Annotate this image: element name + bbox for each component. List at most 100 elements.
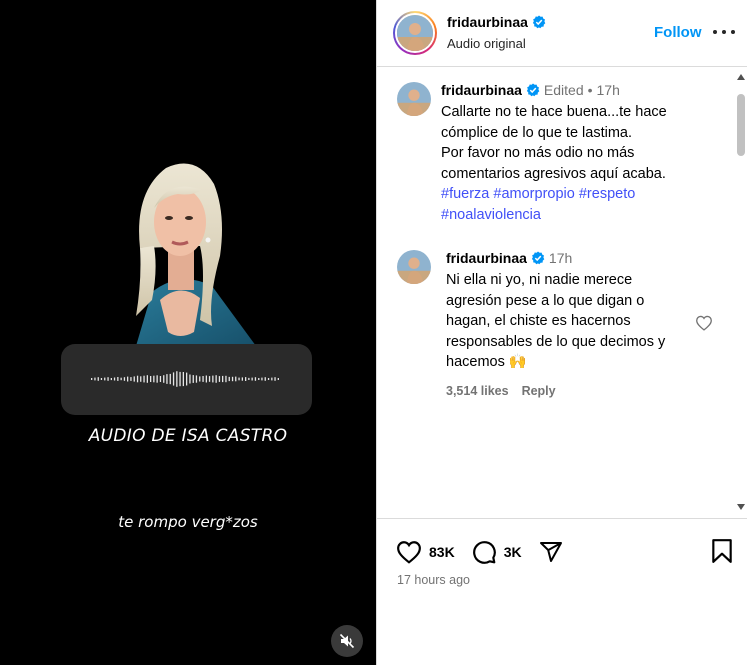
comment-count[interactable]: 3K <box>504 544 522 560</box>
bookmark-icon[interactable] <box>711 538 733 564</box>
comment-avatar[interactable] <box>397 250 431 284</box>
scroll-up-arrow-icon[interactable] <box>737 74 745 80</box>
reel-video[interactable]: AUDIO DE ISA CASTRO te rompo verg*zos <box>0 0 376 665</box>
waveform-bar <box>251 377 253 381</box>
reply-button[interactable]: Reply <box>522 384 556 398</box>
verified-badge-icon <box>531 251 545 265</box>
caption-time[interactable]: 17h <box>597 82 620 98</box>
waveform-bar <box>245 377 247 381</box>
hashtag-link[interactable]: #fuerza <box>441 186 489 202</box>
comment-text: Ni ella ni yo, ni nadie merece agresión … <box>446 270 696 373</box>
post-time-ago[interactable]: 17 hours ago <box>397 573 470 587</box>
waveform-bar <box>163 375 165 383</box>
share-paper-plane-icon <box>539 542 562 562</box>
caption-line: comentarios agresivos aquí acaba. <box>441 165 666 182</box>
waveform-bar <box>238 377 240 381</box>
comment-time[interactable]: 17h <box>549 250 572 266</box>
follow-button[interactable]: Follow <box>654 24 702 41</box>
post-footer: 83K 3K 17 hours ago <box>377 518 747 665</box>
waveform-bar <box>100 378 103 380</box>
waveform-bar <box>235 376 237 382</box>
waveform-bar <box>94 377 96 381</box>
waveform-bar <box>97 377 99 381</box>
hashtag-link[interactable]: #noalaviolencia <box>441 207 541 223</box>
action-row: 83K 3K <box>396 539 580 565</box>
waveform-bar <box>195 375 198 383</box>
avatar-image <box>397 82 431 116</box>
scroll-down-arrow-icon[interactable] <box>737 504 745 510</box>
waveform-bar <box>117 377 119 381</box>
share-button[interactable] <box>538 540 564 564</box>
waveform-bar <box>261 377 263 381</box>
waveform-bar <box>127 376 129 382</box>
waveform-bar <box>146 375 148 383</box>
comment-username[interactable]: fridaurbinaa <box>446 250 527 266</box>
waveform-bar <box>130 377 132 381</box>
verified-badge-icon <box>532 15 546 29</box>
comment-button[interactable]: 3K <box>471 539 522 565</box>
waveform-bar <box>271 377 273 381</box>
waveform-bar <box>110 378 112 381</box>
waveform-bar <box>212 375 214 383</box>
waveform-bar <box>91 378 93 380</box>
waveform-bar <box>140 376 142 382</box>
like-count[interactable]: 83K <box>429 544 455 560</box>
waveform-bar <box>192 375 194 383</box>
caption-avatar[interactable] <box>397 82 431 116</box>
audio-label[interactable]: Audio original <box>447 36 526 51</box>
waveform-bar <box>186 372 188 386</box>
waveform-bar <box>176 371 178 387</box>
audio-waveform <box>91 371 279 387</box>
waveform-bar <box>264 377 266 381</box>
waveform-bar <box>241 377 243 381</box>
waveform-bar <box>113 377 116 381</box>
heart-icon <box>397 541 421 564</box>
waveform-bar <box>254 377 257 381</box>
waveform-bar <box>222 375 224 383</box>
waveform-bar <box>189 374 191 384</box>
waveform-bar <box>274 377 276 381</box>
avatar-image <box>397 15 433 51</box>
waveform-bar <box>208 376 211 382</box>
waveform-bar <box>166 374 168 384</box>
waveform-bar <box>182 372 184 387</box>
waveform-bar <box>258 378 260 380</box>
waveform-bar <box>218 376 221 382</box>
waveform-bar <box>228 376 230 382</box>
avatar-image <box>397 250 431 284</box>
audio-player-card[interactable] <box>61 344 312 415</box>
caption-username[interactable]: fridaurbinaa <box>441 82 522 98</box>
comment-like-heart-icon[interactable] <box>695 315 713 331</box>
waveform-bar <box>159 376 162 382</box>
comment-actions: 3,514 likes Reply <box>446 384 556 398</box>
mute-button[interactable] <box>331 625 363 657</box>
scroll-thumb[interactable] <box>737 94 745 156</box>
caption-block: fridaurbinaa Edited • 17h Callarte no te… <box>441 82 733 225</box>
waveform-bar <box>225 375 227 383</box>
more-options-icon[interactable] <box>713 22 735 42</box>
comments-scrollbar[interactable] <box>734 68 747 518</box>
waveform-bar <box>120 377 122 381</box>
waveform-bar <box>277 378 279 380</box>
post-side-panel: fridaurbinaa Audio original Follow frida… <box>376 0 747 665</box>
speaker-muted-icon <box>339 633 355 649</box>
post-header: fridaurbinaa Audio original Follow <box>377 0 747 67</box>
comment-line: agresión pese a lo que digan o <box>446 292 645 309</box>
waveform-bar <box>133 376 135 382</box>
caption-line: Por favor no más odio no más <box>441 145 635 161</box>
caption-line: Callarte no te hace buena...te hace <box>441 104 667 120</box>
waveform-bar <box>202 376 204 382</box>
comments-section[interactable]: fridaurbinaa Edited • 17h Callarte no te… <box>377 68 747 518</box>
comment-likes[interactable]: 3,514 likes <box>446 384 509 398</box>
waveform-bar <box>123 377 126 381</box>
audio-caption-text: AUDIO DE ISA CASTRO <box>88 426 288 446</box>
waveform-bar <box>104 377 106 381</box>
hashtag-link[interactable]: #amorpropio <box>493 186 574 202</box>
header-avatar[interactable] <box>393 11 437 55</box>
reel-person-image <box>136 163 256 346</box>
header-username[interactable]: fridaurbinaa <box>447 14 528 30</box>
hashtag-link[interactable]: #respeto <box>579 186 635 202</box>
comment-bubble-icon <box>472 541 496 564</box>
waveform-bar <box>156 375 158 383</box>
like-button[interactable]: 83K <box>396 540 455 564</box>
